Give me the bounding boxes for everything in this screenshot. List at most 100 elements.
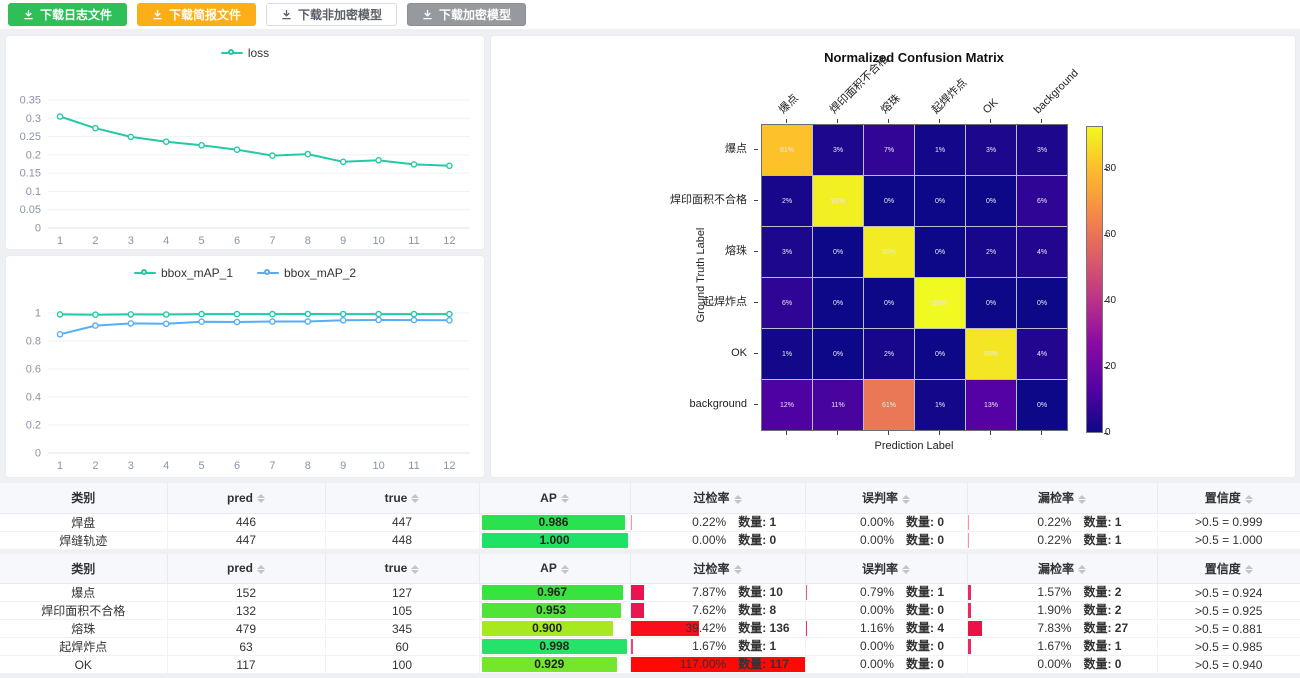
matrix-col-label: background: [1032, 67, 1082, 117]
matrix-cell: 0%: [864, 278, 914, 328]
svg-text:10: 10: [372, 460, 384, 472]
legend-label: bbox_mAP_1: [161, 266, 233, 280]
sort-icon[interactable]: [734, 495, 742, 504]
colorbar-tick-label: 20: [1105, 362, 1116, 372]
button-label: 下载日志文件: [40, 9, 112, 21]
col-header-过检率[interactable]: 过检率: [630, 483, 805, 513]
col-header-漏检率[interactable]: 漏检率: [967, 554, 1157, 584]
legend-item-bbox_mAP_2[interactable]: bbox_mAP_2: [257, 265, 356, 280]
matrix-col-label: 熔珠: [879, 92, 904, 117]
colorbar-tick-label: 0: [1105, 428, 1111, 438]
button-label: 下载非加密模型: [298, 9, 382, 21]
matrix-cell: 3%: [762, 227, 812, 277]
sort-icon[interactable]: [1078, 495, 1086, 504]
cell-category: 起焊炸点: [0, 638, 167, 656]
cell-pred: 63: [167, 638, 325, 656]
cell-misjudge: 0.00%数量: 0: [805, 513, 967, 531]
sort-icon[interactable]: [257, 494, 265, 503]
col-header-误判率[interactable]: 误判率: [805, 483, 967, 513]
cell-confidence: >0.5 = 0.985: [1157, 638, 1300, 656]
matrix-cell: 4%: [1017, 227, 1067, 277]
sort-icon[interactable]: [1245, 565, 1253, 574]
cell-pred: 446: [167, 513, 325, 531]
cell-overdetect: 117.00%数量: 117: [630, 656, 805, 674]
col-header-pred[interactable]: pred: [167, 483, 325, 513]
svg-text:0.25: 0.25: [20, 131, 41, 143]
ap-bar: 0.986: [482, 515, 626, 530]
col-header-置信度[interactable]: 置信度: [1157, 483, 1300, 513]
download-encrypted-model-button[interactable]: 下载加密模型: [407, 3, 526, 26]
table-row: 爆点1521270.9677.87%数量: 100.79%数量: 11.57%数…: [0, 584, 1300, 602]
matrix-cell: 2%: [966, 227, 1016, 277]
svg-text:10: 10: [372, 235, 384, 247]
cell-misjudge: 0.00%数量: 0: [805, 638, 967, 656]
download-report-button[interactable]: 下载简报文件: [137, 3, 256, 26]
svg-text:0.3: 0.3: [26, 113, 41, 125]
ap-bar: 0.998: [482, 639, 628, 654]
cell-missdetect: 0.22%数量: 1: [967, 531, 1157, 549]
svg-text:12: 12: [443, 235, 455, 247]
svg-text:12: 12: [443, 460, 455, 472]
sort-icon[interactable]: [902, 495, 910, 504]
matrix-cell: 7%: [864, 125, 914, 175]
cell-pred: 117: [167, 656, 325, 674]
svg-text:9: 9: [340, 235, 346, 247]
svg-text:0.2: 0.2: [26, 420, 41, 432]
matrix-cell: 6%: [762, 278, 812, 328]
col-header-置信度[interactable]: 置信度: [1157, 554, 1300, 584]
legend-item-bbox_mAP_1[interactable]: bbox_mAP_1: [134, 265, 233, 280]
cell-confidence: >0.5 = 0.999: [1157, 513, 1300, 531]
svg-text:9: 9: [340, 460, 346, 472]
legend-item-loss[interactable]: loss: [221, 45, 269, 60]
matrix-cell: 3%: [966, 125, 1016, 175]
svg-text:1: 1: [57, 460, 63, 472]
svg-text:5: 5: [199, 235, 205, 247]
matrix-row-label: 起焊炸点: [491, 277, 747, 328]
loss-chart-card: loss 00.050.10.150.20.250.30.35123456789…: [5, 35, 485, 250]
download-unencrypted-model-button[interactable]: 下载非加密模型: [266, 3, 397, 26]
legend-label: loss: [248, 46, 269, 60]
col-header-误判率[interactable]: 误判率: [805, 554, 967, 584]
sort-icon[interactable]: [1245, 495, 1253, 504]
svg-text:0: 0: [35, 223, 41, 235]
matrix-cell: 89%: [966, 329, 1016, 379]
cell-true: 100: [325, 656, 479, 674]
cell-ap: 0.998: [479, 638, 630, 656]
col-header-true[interactable]: true: [325, 554, 479, 584]
cell-missdetect: 0.00%数量: 0: [967, 656, 1157, 674]
matrix-cell: 0%: [966, 176, 1016, 226]
matrix-cell: 0%: [915, 329, 965, 379]
download-log-button[interactable]: 下载日志文件: [8, 3, 127, 26]
sort-icon[interactable]: [1078, 565, 1086, 574]
sort-icon[interactable]: [411, 565, 419, 574]
matrix-cell: 0%: [864, 176, 914, 226]
matrix-cell: 1%: [762, 329, 812, 379]
sort-icon[interactable]: [411, 494, 419, 503]
col-header-过检率[interactable]: 过检率: [630, 554, 805, 584]
table-row: 焊印面积不合格1321050.9537.62%数量: 80.00%数量: 01.…: [0, 602, 1300, 620]
svg-text:0.35: 0.35: [20, 95, 41, 107]
matrix-cell: 3%: [1017, 125, 1067, 175]
col-header-AP[interactable]: AP: [479, 554, 630, 584]
confusion-matrix-card: Normalized Confusion Matrix 81%3%7%1%3%3…: [490, 35, 1296, 478]
sort-icon[interactable]: [561, 494, 569, 503]
col-header-true[interactable]: true: [325, 483, 479, 513]
col-header-pred[interactable]: pred: [167, 554, 325, 584]
col-header-漏检率[interactable]: 漏检率: [967, 483, 1157, 513]
sort-icon[interactable]: [561, 565, 569, 574]
cell-overdetect: 7.87%数量: 10: [630, 584, 805, 602]
matrix-cell: 0%: [813, 278, 863, 328]
cell-ap: 0.967: [479, 584, 630, 602]
map-chart-legend: bbox_mAP_1 bbox_mAP_2: [6, 256, 484, 280]
sort-icon[interactable]: [902, 565, 910, 574]
matrix-cell: 11%: [813, 380, 863, 430]
col-header-类别: 类别: [0, 554, 167, 584]
cell-overdetect: 39.42%数量: 136: [630, 620, 805, 638]
svg-text:11: 11: [408, 460, 419, 472]
sort-icon[interactable]: [734, 565, 742, 574]
col-header-AP[interactable]: AP: [479, 483, 630, 513]
table-row: 焊缝轨迹4474481.0000.00%数量: 00.00%数量: 00.22%…: [0, 531, 1300, 549]
matrix-row-label: 焊印面积不合格: [491, 175, 747, 226]
colorbar-tick-label: 60: [1105, 230, 1116, 240]
sort-icon[interactable]: [257, 565, 265, 574]
